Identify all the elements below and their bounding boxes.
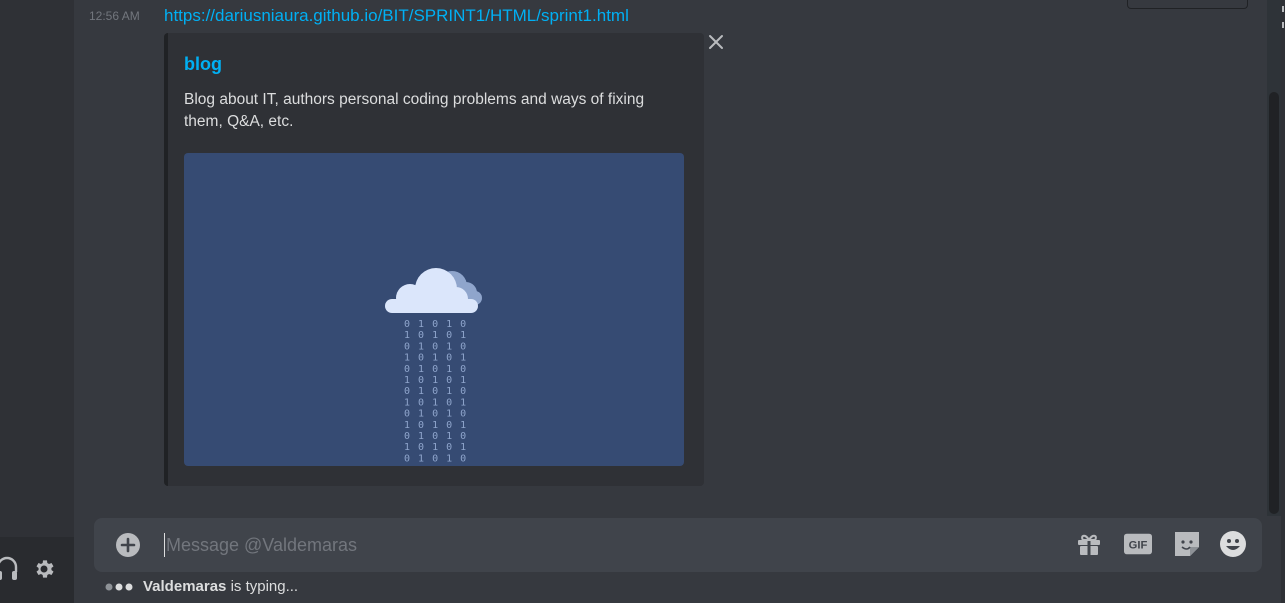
binary-row: 0 1 0 1 0 — [404, 409, 467, 420]
embed-image[interactable]: 0 1 0 1 01 0 1 0 10 1 0 1 01 0 1 0 10 1 … — [184, 153, 684, 466]
typing-user: Valdemaras — [143, 578, 227, 595]
gear-icon[interactable] — [32, 557, 56, 581]
close-icon[interactable] — [705, 31, 727, 53]
gif-icon[interactable]: GIF — [1124, 530, 1152, 558]
binary-row: 1 0 1 0 1 — [404, 353, 467, 364]
typing-indicator: Valdemaras is typing... — [105, 578, 298, 595]
binary-row: 0 1 0 1 0 — [404, 453, 467, 464]
svg-text:GIF: GIF — [1129, 540, 1148, 552]
binary-row: 0 1 0 1 0 — [404, 431, 467, 442]
cloud-icon: 0 1 0 1 01 0 1 0 10 1 0 1 01 0 1 0 10 1 … — [385, 268, 482, 464]
message-link[interactable]: https://dariusniaura.github.io/BIT/SPRIN… — [164, 6, 629, 26]
sticker-icon[interactable] — [1173, 530, 1201, 558]
headset-icon[interactable] — [0, 556, 18, 582]
binary-row: 1 0 1 0 1 — [404, 375, 467, 386]
text-caret — [164, 533, 165, 557]
plus-circle-icon[interactable] — [115, 532, 141, 558]
gift-icon[interactable] — [1075, 530, 1103, 558]
right-edge — [1281, 0, 1285, 603]
emoji-icon[interactable] — [1219, 530, 1247, 558]
message-input[interactable] — [166, 530, 1046, 560]
binary-row: 0 1 0 1 0 — [404, 319, 467, 330]
binary-row: 1 0 1 0 1 — [404, 397, 467, 408]
scrollbar-thumb[interactable] — [1269, 92, 1279, 514]
embed-title[interactable]: blog — [184, 54, 222, 75]
typing-dots-icon — [105, 583, 133, 591]
binary-row: 0 1 0 1 0 — [404, 386, 467, 397]
binary-row: 1 0 1 0 1 — [404, 420, 467, 431]
binary-row: 1 0 1 0 1 — [404, 442, 467, 453]
edge-mark — [1282, 22, 1284, 28]
guild-sidebar — [0, 0, 74, 603]
jump-to-present-box — [1127, 0, 1248, 9]
binary-row: 0 1 0 1 0 — [404, 364, 467, 375]
binary-row: 1 0 1 0 1 — [404, 330, 467, 341]
binary-row: 0 1 0 1 0 — [404, 341, 467, 352]
message-timestamp: 12:56 AM — [89, 9, 140, 23]
typing-text: is typing... — [226, 578, 299, 595]
edge-mark — [1282, 6, 1284, 12]
embed-description: Blog about IT, authors personal coding p… — [184, 91, 645, 130]
